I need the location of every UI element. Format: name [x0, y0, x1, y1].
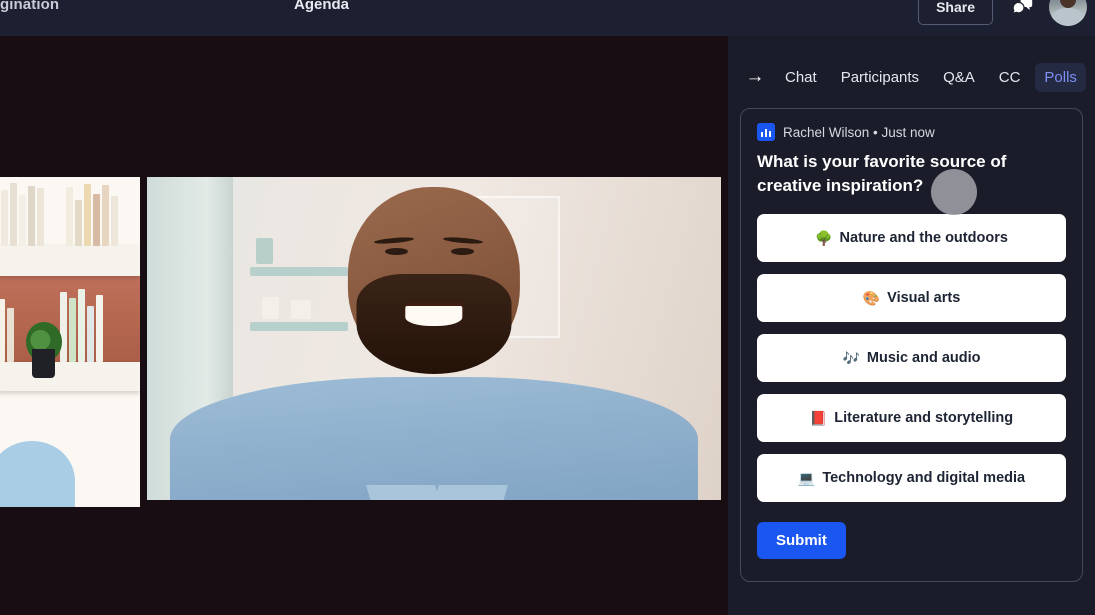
avatar-body: [1051, 7, 1085, 26]
palette-icon: 🎨: [862, 289, 881, 306]
poll-options: 🌳 Nature and the outdoors 🎨 Visual arts …: [757, 213, 1066, 502]
book-stack-middle: [60, 286, 104, 362]
participant-tile-left[interactable]: [0, 177, 140, 507]
speaker-denim-shirt: [169, 377, 699, 500]
submit-button[interactable]: Submit: [757, 521, 846, 559]
tab-chat[interactable]: Chat: [776, 63, 826, 92]
poll-option-label: Nature and the outdoors: [839, 229, 1008, 246]
plant-pot: [32, 348, 55, 379]
video-stage: [0, 36, 728, 615]
participant-shoulder: [0, 441, 75, 507]
book-stack-upper-right: [66, 180, 119, 247]
tile-left-video: [0, 177, 140, 507]
tab-polls[interactable]: Polls: [1035, 62, 1086, 92]
poll-question: What is your favorite source of creative…: [757, 152, 1007, 195]
tab-participants[interactable]: Participants: [832, 63, 928, 92]
poll-author-timestamp: Rachel Wilson • Just now: [783, 124, 935, 140]
participant-tile-main[interactable]: [147, 177, 721, 500]
collar-left: [365, 485, 445, 500]
tree-icon: 🌳: [815, 229, 833, 246]
arrow-right-icon[interactable]: →: [740, 62, 770, 92]
tab-cc[interactable]: CC: [990, 63, 1030, 92]
poll-option-label: Technology and digital media: [822, 469, 1026, 486]
poll-option-nature[interactable]: 🌳 Nature and the outdoors: [757, 213, 1066, 262]
agenda-label[interactable]: Agenda: [294, 0, 349, 13]
poll-option-literature[interactable]: 📕 Literature and storytelling: [757, 393, 1066, 442]
book-stack-upper-left: [0, 180, 44, 247]
side-panel: → Chat Participants Q&A CC Polls Rachel …: [728, 36, 1095, 615]
user-avatar[interactable]: [1049, 0, 1087, 26]
top-bar: gination Agenda Share: [0, 0, 1095, 36]
music-notes-icon: 🎶: [842, 349, 860, 366]
shelf-board-lower: [0, 361, 140, 392]
poll-option-technology[interactable]: 💻 Technology and digital media: [757, 453, 1066, 502]
laptop-icon: 💻: [797, 469, 816, 486]
tile-main-video: [147, 177, 721, 500]
poll-option-visual-arts[interactable]: 🎨 Visual arts: [757, 273, 1066, 322]
speaker-smile: [405, 306, 463, 326]
poll-option-label: Music and audio: [866, 349, 981, 366]
panel-tabs: → Chat Participants Q&A CC Polls: [728, 36, 1095, 92]
book-icon: 📕: [809, 409, 828, 426]
poll-card: Rachel Wilson • Just now What is your fa…: [740, 108, 1083, 582]
top-bar-actions: Share: [918, 0, 1087, 26]
poll-meta: Rachel Wilson • Just now: [757, 123, 1066, 141]
book-stack-left: [0, 296, 14, 362]
shelf-board-upper: [0, 246, 140, 276]
poll-bar-chart-icon: [757, 123, 775, 141]
poll-option-label: Literature and storytelling: [834, 409, 1014, 426]
speaker-figure: [147, 177, 721, 500]
reactions-icon[interactable]: [1007, 0, 1035, 21]
poll-option-music[interactable]: 🎶 Music and audio: [757, 333, 1066, 382]
video-meeting-app: gination Agenda Share → Chat Participant…: [0, 0, 1095, 615]
poll-option-label: Visual arts: [887, 289, 961, 306]
collar-right: [429, 485, 508, 500]
tab-qa[interactable]: Q&A: [934, 63, 984, 92]
meeting-title-truncated: gination: [0, 0, 60, 13]
share-button[interactable]: Share: [918, 0, 993, 25]
